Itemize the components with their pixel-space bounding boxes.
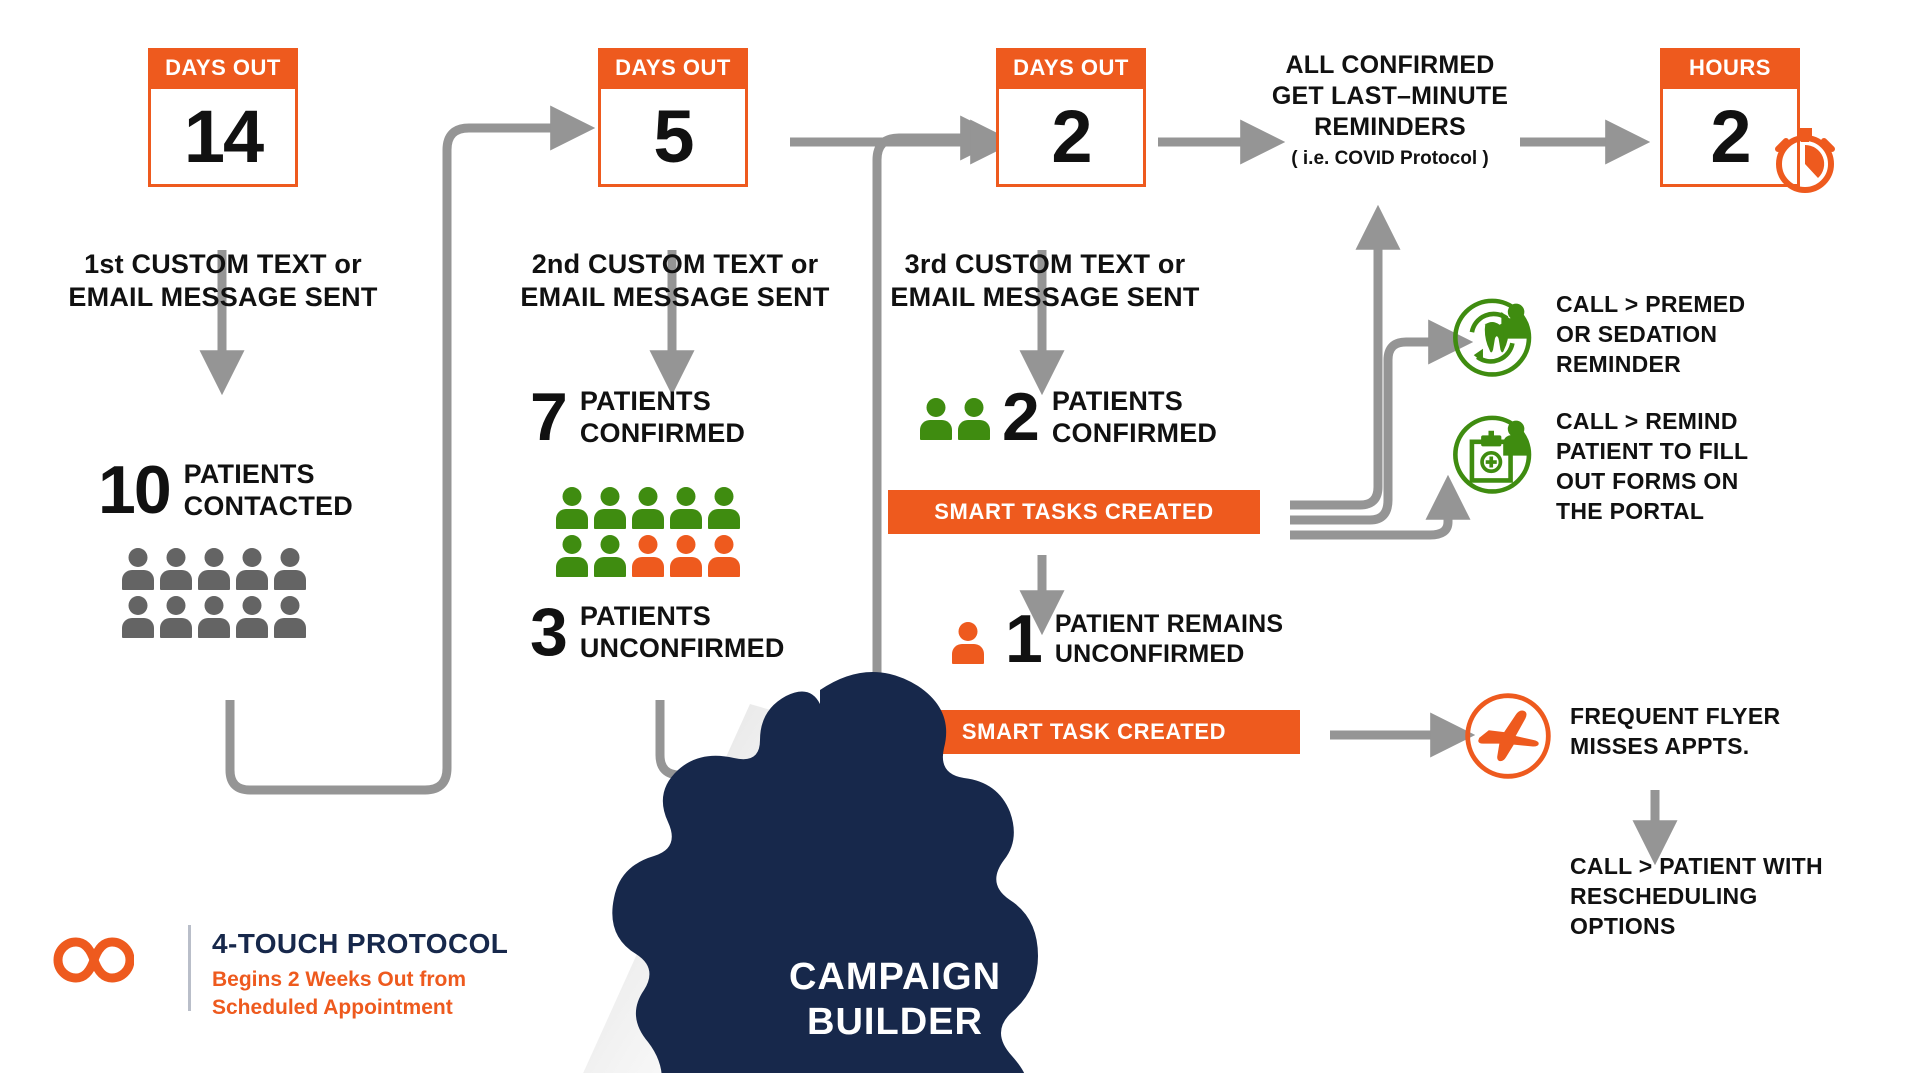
all-confirmed-line-1: ALL CONFIRMED — [1285, 51, 1495, 79]
calendar-card-14[interactable]: DAYS OUT 14 — [148, 48, 298, 187]
campaign-builder-line-2: BUILDER — [807, 1000, 983, 1043]
person-icon — [198, 548, 230, 590]
calendar-card-label: DAYS OUT — [148, 48, 298, 89]
campaign-builder-label: CAMPAIGN BUILDER — [770, 955, 1020, 1045]
step-3-heading: 3rd CUSTOM TEXT or EMAIL MESSAGE SENT — [890, 249, 1200, 312]
person-icon — [594, 487, 626, 529]
calendar-card-value: 14 — [183, 94, 264, 178]
person-icon — [632, 535, 664, 577]
all-confirmed-line-2: GET LAST–MINUTE — [1271, 82, 1509, 110]
stopwatch-icon — [1775, 128, 1835, 193]
stat-label: PATIENTS CONFIRMED — [1051, 386, 1218, 449]
clipboard-forms-icon — [1453, 415, 1532, 494]
outcome-2-text: CALL > REMIND PATIENT TO FILL OUT FORMS … — [1556, 408, 1749, 524]
person-icon — [920, 398, 952, 440]
step-1-heading: 1st CUSTOM TEXT or EMAIL MESSAGE SENT — [68, 249, 378, 312]
calendar-card-value: 5 — [653, 94, 694, 178]
step-1-stat-contacted: 10 PATIENTS CONTACTED — [98, 452, 353, 529]
infinity-logo-icon — [53, 937, 134, 983]
calendar-card-5[interactable]: DAYS OUT 5 — [598, 48, 748, 187]
person-icon-group-step3-confirmed — [920, 398, 1000, 446]
person-icon — [236, 548, 268, 590]
person-icon-group-contacted — [122, 548, 322, 644]
person-icon — [160, 596, 192, 638]
person-icon — [594, 535, 626, 577]
person-icon — [632, 487, 664, 529]
campaign-builder-line-1: CAMPAIGN — [788, 956, 1002, 998]
calendar-card-body: 5 — [598, 89, 748, 187]
calendar-card-value: 2 — [1051, 94, 1092, 178]
step-2-stat-unconfirmed: 3 PATIENTS UNCONFIRMED — [530, 594, 785, 671]
brand-divider — [188, 925, 191, 1011]
stat-label: PATIENTS CONTACTED — [183, 459, 353, 522]
stat-label: PATIENTS UNCONFIRMED — [579, 601, 785, 664]
stat-label: PATIENTS CONFIRMED — [579, 386, 746, 449]
person-icon — [236, 596, 268, 638]
stat-number: 10 — [98, 452, 172, 529]
person-icon — [952, 622, 984, 664]
infographic-canvas: DAYS OUT 14 1st CUSTOM TEXT or EMAIL MES… — [0, 0, 1920, 1073]
calendar-card-body: 14 — [148, 89, 298, 187]
covid-protocol-note: ( i.e. COVID Protocol ) — [1291, 148, 1489, 169]
outcome-1-text: CALL > PREMED OR SEDATION REMINDER — [1556, 291, 1746, 377]
person-icon — [122, 596, 154, 638]
tooth-recall-icon — [1453, 298, 1532, 377]
step-2-stat-confirmed: 7 PATIENTS CONFIRMED — [530, 379, 746, 456]
all-confirmed-line-3: REMINDERS — [1314, 113, 1466, 141]
followup-call-text: CALL > PATIENT WITH RESCHEDULING OPTIONS — [1570, 853, 1823, 939]
stat-number: 2 — [1002, 379, 1040, 456]
calendar-card-label: DAYS OUT — [598, 48, 748, 89]
person-icon — [708, 487, 740, 529]
stat-number: 7 — [530, 379, 568, 456]
calendar-card-body: 2 — [996, 89, 1146, 187]
person-icon — [274, 596, 306, 638]
outcome-3-text: FREQUENT FLYER MISSES APPTS. — [1570, 703, 1781, 759]
airplane-icon — [1465, 693, 1551, 779]
brand-subtitle: Begins 2 Weeks Out from Scheduled Appoin… — [212, 968, 467, 1020]
hours-card-label: HOURS — [1660, 48, 1800, 89]
smart-tasks-created-label: SMART TASKS CREATED — [934, 499, 1214, 524]
person-icon — [556, 535, 588, 577]
person-icon — [556, 487, 588, 529]
person-icon — [708, 535, 740, 577]
stat-number: 3 — [530, 594, 568, 671]
person-icon-group-step2 — [556, 487, 766, 583]
person-icon — [274, 548, 306, 590]
smart-tasks-created-bar[interactable]: SMART TASKS CREATED — [888, 490, 1260, 534]
hours-card-value: 2 — [1710, 94, 1751, 178]
person-icon — [958, 398, 990, 440]
step-2-heading: 2nd CUSTOM TEXT or EMAIL MESSAGE SENT — [520, 249, 830, 312]
person-icon — [670, 487, 702, 529]
person-icon — [122, 548, 154, 590]
step-3-stat-confirmed: 2 PATIENTS CONFIRMED — [1002, 379, 1218, 456]
brand-title: 4-TOUCH PROTOCOL — [212, 928, 509, 959]
person-icon — [670, 535, 702, 577]
person-icon — [160, 548, 192, 590]
calendar-card-label: DAYS OUT — [996, 48, 1146, 89]
person-icon — [198, 596, 230, 638]
calendar-card-2-days[interactable]: DAYS OUT 2 — [996, 48, 1146, 187]
